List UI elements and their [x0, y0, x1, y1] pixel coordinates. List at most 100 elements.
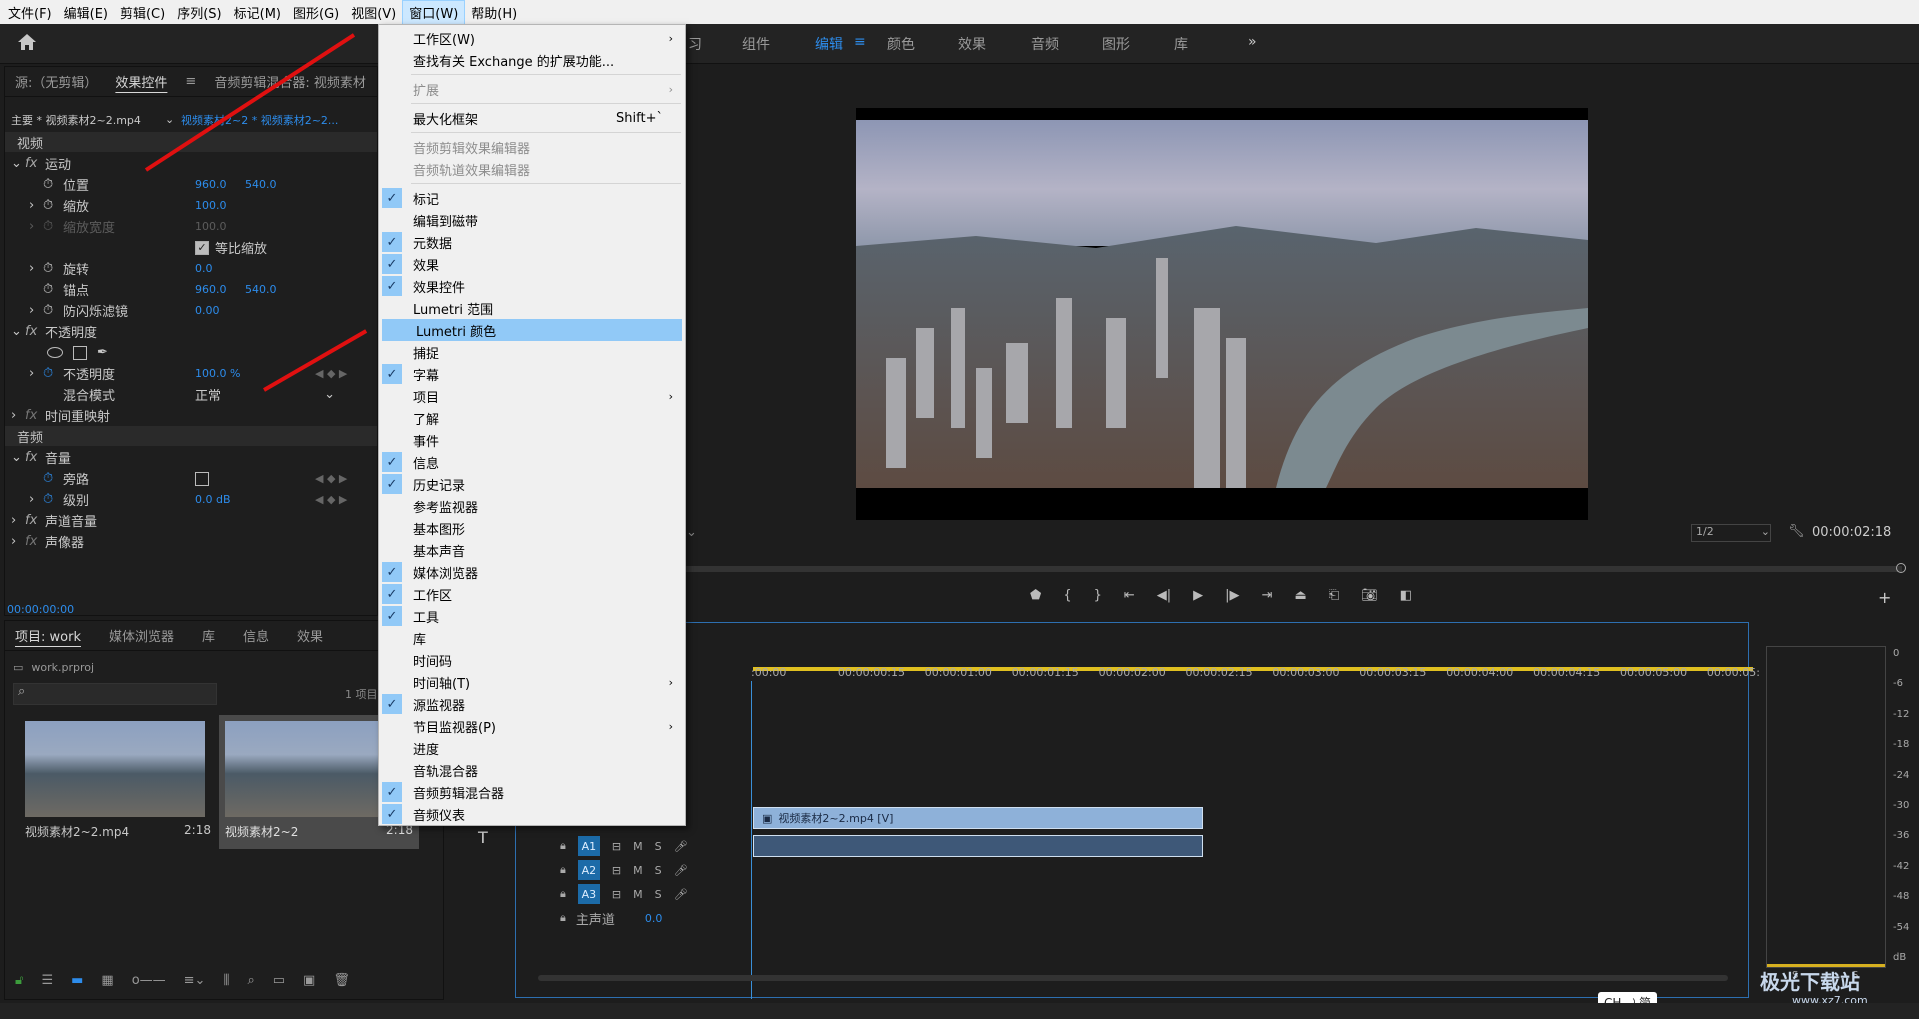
menu-item[interactable]: Lumetri 范围: [379, 297, 685, 319]
project-search-input[interactable]: ⌕: [13, 683, 217, 705]
type-tool-icon[interactable]: T: [478, 828, 488, 847]
mute-button[interactable]: M: [633, 840, 643, 853]
menu-item[interactable]: 基本图形: [379, 517, 685, 539]
menu-item[interactable]: ✓ 元数据: [379, 231, 685, 253]
sequence-clip-link[interactable]: 视频素材2~2 * 视频素材2~2...: [181, 109, 338, 130]
mic-icon[interactable]: 🎤︎: [674, 888, 688, 901]
ellipse-mask-icon[interactable]: [47, 347, 63, 358]
stopwatch-icon[interactable]: ⏱: [43, 198, 63, 213]
menu-clip[interactable]: 剪辑(C): [114, 1, 171, 24]
menu-item[interactable]: 基本声音: [379, 539, 685, 561]
wrench-icon[interactable]: 🔧︎: [1788, 524, 1805, 539]
new-item-icon[interactable]: ▣: [303, 973, 315, 988]
program-timecode[interactable]: 00:00:02:18: [1812, 525, 1891, 540]
playhead[interactable]: [751, 681, 752, 999]
step-forward-icon[interactable]: |▶: [1225, 588, 1239, 603]
menu-item[interactable]: 了解: [379, 407, 685, 429]
menu-item[interactable]: 时间码: [379, 649, 685, 671]
menu-item[interactable]: 节目监视器(P) ›: [379, 715, 685, 737]
workspace-tab-libraries[interactable]: 库: [1174, 34, 1188, 54]
zoom-slider[interactable]: o——: [132, 973, 166, 988]
home-icon[interactable]: [16, 32, 38, 56]
position-x-value[interactable]: 960.0: [195, 174, 227, 195]
compare-icon[interactable]: ◧: [1400, 588, 1412, 603]
go-to-in-icon[interactable]: ⇤: [1124, 588, 1135, 603]
antiflicker-value[interactable]: 0.00: [195, 300, 220, 321]
menu-item[interactable]: ✓ 工具: [379, 605, 685, 627]
anchor-x-value[interactable]: 960.0: [195, 279, 227, 300]
step-back-icon[interactable]: ◀|: [1157, 588, 1171, 603]
menu-edit[interactable]: 编辑(E): [58, 1, 114, 24]
play-icon[interactable]: ▶: [1193, 588, 1203, 603]
sync-icon[interactable]: ⊟: [612, 840, 621, 853]
menu-view[interactable]: 视图(V): [345, 1, 402, 24]
menu-item[interactable]: ✓ 音频剪辑混合器: [379, 781, 685, 803]
menu-item[interactable]: 最大化框架 Shift+`: [379, 107, 685, 129]
solo-button[interactable]: S: [655, 864, 662, 877]
go-to-out-icon[interactable]: ⇥: [1262, 588, 1273, 603]
menu-item[interactable]: 查找有关 Exchange 的扩展功能...: [379, 49, 685, 71]
workspace-more-icon[interactable]: »: [1248, 34, 1257, 50]
tab-effect-controls[interactable]: 效果控件: [115, 72, 167, 91]
scrubber-end-handle[interactable]: [1896, 563, 1906, 573]
automate-icon[interactable]: ⫼: [223, 973, 229, 988]
sync-icon[interactable]: ⊟: [612, 864, 621, 877]
keyframe-nav-icon[interactable]: ◀ ◆ ▶: [315, 468, 347, 489]
lock-icon[interactable]: 🔒︎: [560, 839, 566, 853]
tab-effects[interactable]: 效果: [297, 626, 323, 645]
export-frame-icon[interactable]: 📷︎: [1361, 588, 1378, 603]
stopwatch-icon[interactable]: ⏱: [43, 492, 63, 507]
menu-item[interactable]: 项目 ›: [379, 385, 685, 407]
rectangle-mask-icon[interactable]: [73, 345, 87, 360]
program-scrubber[interactable]: [686, 566, 1902, 572]
solo-button[interactable]: S: [655, 840, 662, 853]
level-value[interactable]: 0.0 dB: [195, 489, 231, 510]
program-video-frame[interactable]: [856, 108, 1588, 520]
menu-item[interactable]: 时间轴(T) ›: [379, 671, 685, 693]
menu-item[interactable]: ✓ 音频仪表: [379, 803, 685, 825]
track-target-a2[interactable]: A2: [577, 860, 600, 880]
stopwatch-icon[interactable]: ⏱: [43, 177, 63, 192]
mute-button[interactable]: M: [633, 864, 643, 877]
trash-icon[interactable]: 🗑︎: [333, 973, 350, 988]
icon-view-icon[interactable]: ▬: [71, 973, 83, 988]
menu-item[interactable]: ✓ 历史记录: [379, 473, 685, 495]
track-target-a1[interactable]: A1: [577, 836, 600, 856]
stopwatch-icon[interactable]: ⏱: [43, 282, 63, 297]
panner-row[interactable]: › fx 声像器: [11, 531, 84, 552]
lock-icon[interactable]: 🔒︎: [560, 863, 566, 877]
extract-icon[interactable]: ⎗: [1329, 588, 1339, 603]
effect-timecode[interactable]: 00:00:00:00: [7, 599, 74, 620]
zoom-select[interactable]: 1/2 ⌄: [1691, 524, 1771, 542]
opacity-value[interactable]: 100.0 %: [195, 363, 240, 384]
menu-item[interactable]: ✓ 信息: [379, 451, 685, 473]
solo-button[interactable]: S: [655, 888, 662, 901]
anchor-y-value[interactable]: 540.0: [245, 279, 277, 300]
audio-clip[interactable]: [753, 835, 1203, 857]
pen-mask-icon[interactable]: ✒: [97, 345, 108, 360]
lock-icon[interactable]: 🔓︎: [15, 973, 23, 988]
panel-menu-icon[interactable]: ≡: [185, 74, 196, 89]
sort-icon[interactable]: ≡⌄: [184, 973, 206, 988]
menu-graphics[interactable]: 图形(G): [287, 1, 345, 24]
tab-libraries[interactable]: 库: [202, 626, 215, 645]
bypass-checkbox[interactable]: [195, 468, 209, 489]
find-icon[interactable]: ⌕: [247, 973, 254, 988]
time-remap-row[interactable]: › fx 时间重映射: [11, 405, 110, 426]
freeform-view-icon[interactable]: ▦: [101, 973, 113, 988]
mute-button[interactable]: M: [633, 888, 643, 901]
opacity-section-row[interactable]: ⌄ fx 不透明度: [11, 321, 97, 342]
tab-media-browser[interactable]: 媒体浏览器: [109, 626, 174, 645]
menu-item[interactable]: 库: [379, 627, 685, 649]
list-view-icon[interactable]: ☰: [41, 973, 53, 988]
menu-item[interactable]: ✓ 效果: [379, 253, 685, 275]
menu-help[interactable]: 帮助(H): [465, 1, 523, 24]
keyframe-nav-icon[interactable]: ◀ ◆ ▶: [315, 489, 347, 510]
lock-icon[interactable]: 🔒︎: [560, 911, 566, 925]
keyframe-nav-icon[interactable]: ◀ ◆ ▶: [315, 363, 347, 384]
mic-icon[interactable]: 🎤︎: [674, 840, 688, 853]
workspace-tab[interactable]: 习: [688, 34, 702, 54]
master-dropdown-icon[interactable]: ⌄: [165, 109, 174, 130]
volume-row[interactable]: ⌄ fx 音量: [11, 447, 71, 468]
rotation-value[interactable]: 0.0: [195, 258, 213, 279]
